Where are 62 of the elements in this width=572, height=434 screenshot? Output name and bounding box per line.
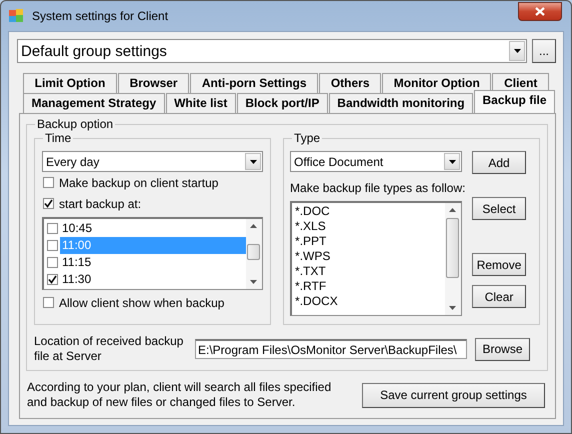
frequency-dropdown[interactable]: Every day xyxy=(42,151,264,172)
scrollbar[interactable] xyxy=(445,203,462,315)
info-text: According to your plan, client will search all files specified and backup of new files or changed files to Server. xyxy=(27,380,332,410)
checkbox-label: Allow client show when backup xyxy=(59,296,224,310)
window-title: System settings for Client xyxy=(32,9,168,23)
checkbox[interactable] xyxy=(47,240,58,251)
list-item[interactable]: 10:45 xyxy=(60,220,246,237)
list-item[interactable]: 11:30 xyxy=(60,271,246,288)
checkbox[interactable] xyxy=(47,274,58,285)
more-button[interactable]: ... xyxy=(532,39,556,63)
scrollbar[interactable] xyxy=(246,219,262,289)
tab[interactable]: Limit Option xyxy=(23,73,117,93)
list-item[interactable]: *.DOC xyxy=(292,204,446,219)
browse-button[interactable]: Browse xyxy=(475,338,530,360)
tab[interactable]: Backup file xyxy=(474,90,556,113)
list-item[interactable]: *.TXT xyxy=(292,264,446,279)
checkbox-label: Make backup on client startup xyxy=(59,176,218,190)
dropdown-arrow-icon xyxy=(448,160,456,164)
remove-button[interactable]: Remove xyxy=(472,253,526,276)
dropdown-arrow-icon xyxy=(514,49,521,53)
close-button[interactable] xyxy=(518,2,562,21)
tab[interactable]: Monitor Option xyxy=(382,73,492,93)
scroll-down-icon xyxy=(449,306,456,310)
list-label: Make backup file types as follow: xyxy=(290,180,462,196)
group-title: Backup option xyxy=(35,117,116,131)
tab[interactable]: Browser xyxy=(118,73,190,93)
tab[interactable]: Anti-porn Settings xyxy=(190,73,318,93)
scroll-thumb[interactable] xyxy=(247,244,260,260)
list-item[interactable]: *.XLS xyxy=(292,219,446,234)
type-dropdown[interactable]: Office Document xyxy=(290,151,462,172)
close-icon xyxy=(535,7,545,16)
dropdown-arrow-icon xyxy=(250,160,257,164)
checkbox[interactable] xyxy=(43,297,54,308)
tab[interactable]: Block port/IP xyxy=(236,93,328,113)
group-dropdown[interactable]: Default group settings xyxy=(17,39,528,63)
tab[interactable]: Management Strategy xyxy=(23,93,165,113)
select-button[interactable]: Select xyxy=(472,197,526,220)
group-title: Time xyxy=(43,131,74,145)
group-title: Type xyxy=(292,131,322,145)
scroll-thumb[interactable] xyxy=(446,218,460,278)
list-item[interactable]: *.WPS xyxy=(292,249,446,264)
checkbox[interactable] xyxy=(43,177,54,188)
checkbox[interactable] xyxy=(47,223,58,234)
clear-button[interactable]: Clear xyxy=(472,285,526,308)
scroll-down-icon xyxy=(250,280,258,284)
app-icon xyxy=(8,8,24,24)
checkbox-label: start backup at: xyxy=(59,196,142,210)
scroll-up-icon xyxy=(449,208,456,212)
tab[interactable]: White list xyxy=(166,93,236,113)
scroll-up-icon xyxy=(250,224,258,228)
list-item[interactable]: *.PPT xyxy=(292,234,446,249)
add-button[interactable]: Add xyxy=(472,151,526,174)
path-field[interactable]: E:\Program Files\OsMonitor Server\BackupFiles\ xyxy=(195,339,467,359)
checkbox[interactable] xyxy=(43,198,54,209)
list-item[interactable]: *.RTF xyxy=(292,279,446,294)
list-item[interactable]: 11:15 xyxy=(60,254,246,271)
tab[interactable]: Bandwidth monitoring xyxy=(328,93,474,113)
save-button[interactable]: Save current group settings xyxy=(362,382,545,408)
tab[interactable]: Others xyxy=(319,73,382,93)
list-item[interactable]: *.DOCX xyxy=(292,294,446,309)
checkbox[interactable] xyxy=(47,257,58,268)
location-label: Location of received backup file at Server xyxy=(34,334,184,364)
